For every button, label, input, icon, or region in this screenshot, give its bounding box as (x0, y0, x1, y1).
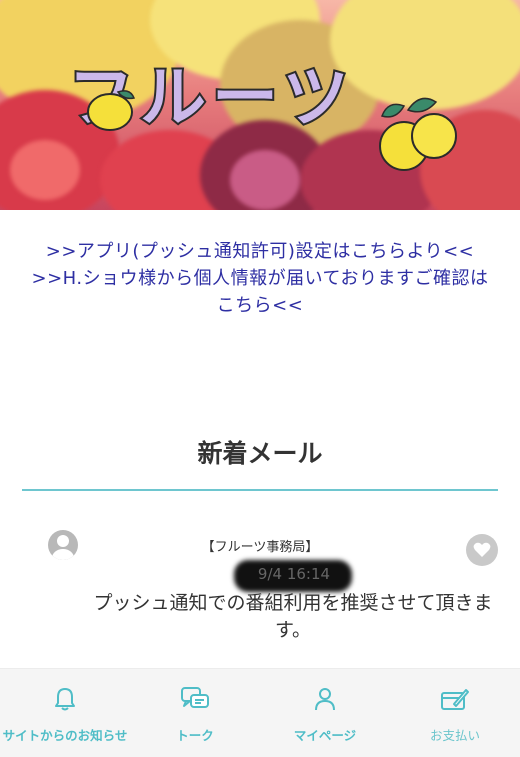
nav-label: トーク (176, 728, 214, 743)
notice-links: >>アプリ(プッシュ通知許可)設定はこちらより<< >>H.ショウ様から個人情報… (0, 238, 520, 319)
mail-preview[interactable]: プッシュ通知での番組利用を推奨させて頂きます。 (88, 590, 498, 644)
section-title: 新着メール (197, 439, 323, 468)
person-icon (309, 685, 341, 713)
payment-icon (439, 685, 471, 713)
nav-label: お支払い (429, 728, 480, 743)
lemon-icon (87, 90, 136, 131)
nav-notifications[interactable]: サイトからのお知らせ (0, 669, 130, 757)
mail-sender: 【フルーツ事務局】 (201, 540, 319, 555)
nav-label: マイページ (293, 728, 357, 743)
header-banner: フルーツ (0, 0, 520, 210)
mail-date: 9/4 16:14 (257, 565, 331, 583)
chat-bubbles-icon (179, 685, 211, 713)
nav-payment[interactable]: お支払い (390, 669, 520, 757)
heart-icon (473, 542, 491, 557)
section-divider (22, 489, 498, 491)
bottom-nav: サイトからのお知らせ トーク マイページ お支払い (0, 668, 520, 757)
nav-label: サイトからのお知らせ (2, 728, 128, 743)
nav-talk[interactable]: トーク (130, 669, 260, 757)
bell-icon (49, 685, 81, 713)
personal-info-link[interactable]: >>H.ショウ様から個人情報が届いておりますご確認は (0, 265, 520, 292)
lemons-icon (379, 97, 457, 171)
personal-info-link-continued[interactable]: こちら<< (0, 292, 520, 319)
favorite-button[interactable] (466, 534, 498, 566)
app-settings-link[interactable]: >>アプリ(プッシュ通知許可)設定はこちらより<< (0, 238, 520, 265)
nav-mypage[interactable]: マイページ (260, 669, 390, 757)
